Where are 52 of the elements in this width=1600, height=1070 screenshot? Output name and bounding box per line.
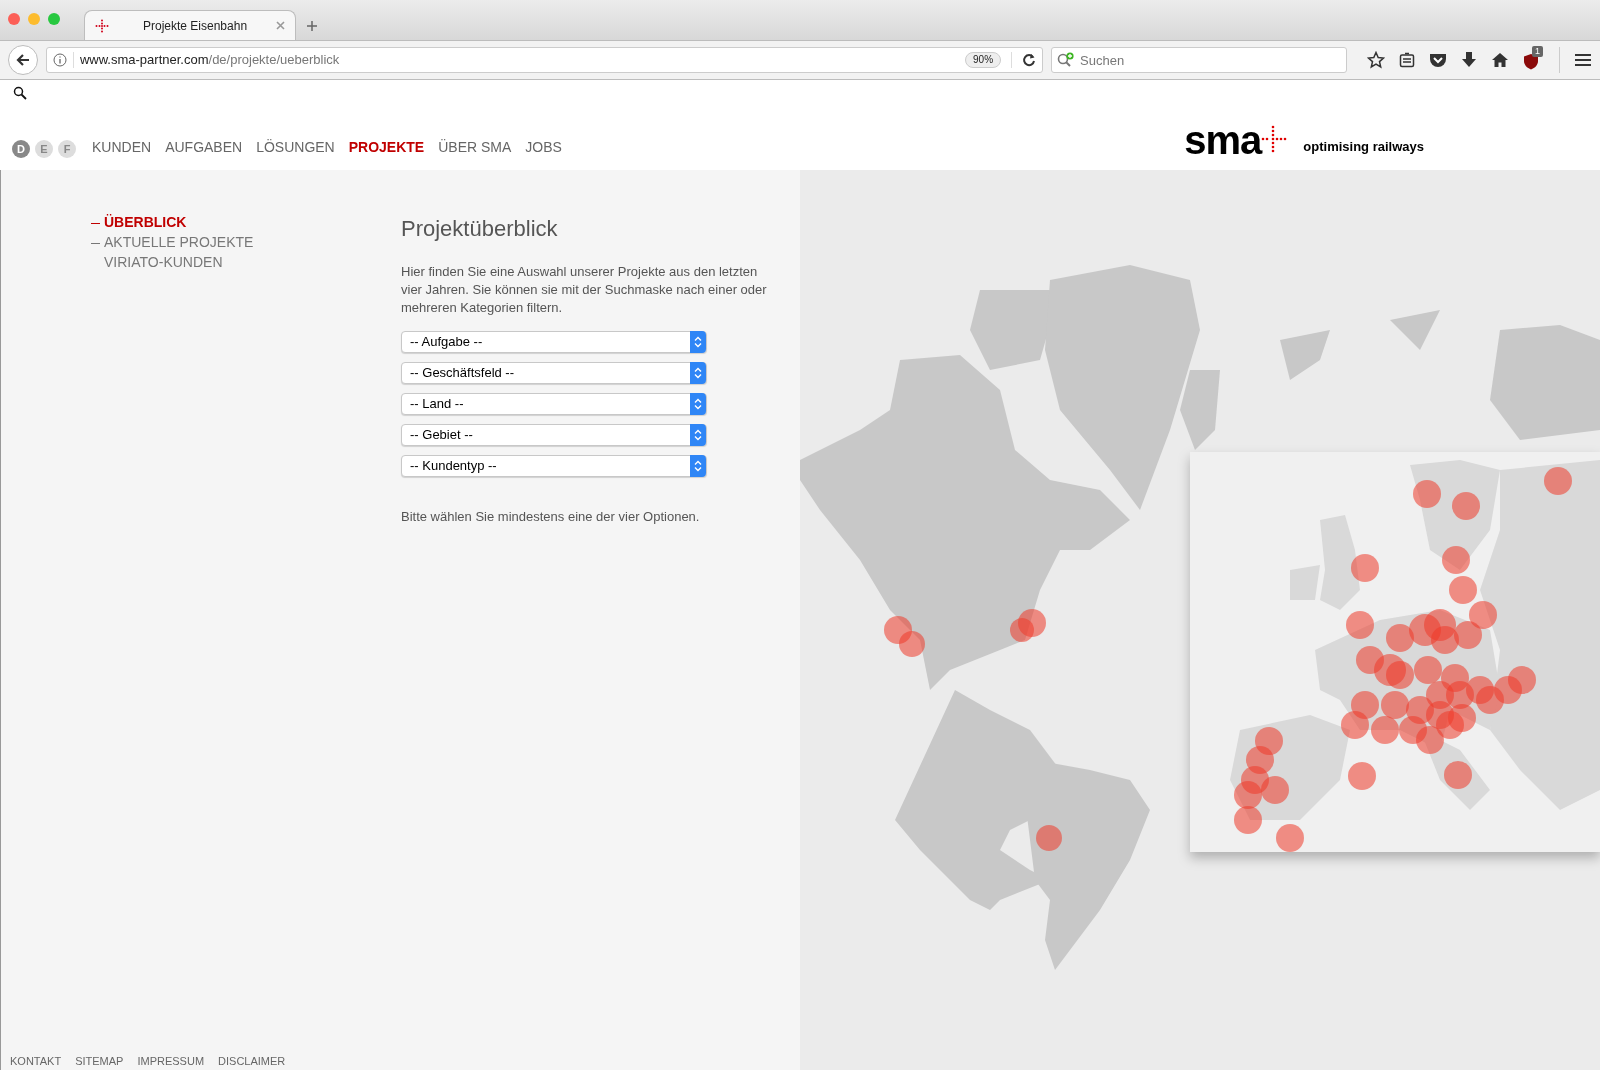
logo[interactable]: sma [1184,122,1290,158]
footer-link[interactable]: SITEMAP [75,1053,124,1070]
reload-icon[interactable] [1022,53,1037,67]
close-icon[interactable] [276,21,285,30]
tagline: optimising railways [1303,137,1424,156]
up-down-arrows-icon [694,429,702,441]
nav-link[interactable]: LÖSUNGEN [256,137,335,158]
menu-icon[interactable] [1574,53,1592,67]
shield-icon [1523,53,1540,70]
search-field[interactable]: Suchen [1051,47,1348,73]
footer-link[interactable]: IMPRESSUM [137,1053,205,1070]
footer-link[interactable]: KONTAKT [10,1053,62,1070]
home-icon[interactable] [1491,52,1510,68]
shield-icon[interactable] [1429,52,1448,68]
filter-dropdown[interactable]: -- Aufgabe -- [401,331,707,353]
star-icon[interactable] [1367,51,1386,69]
sidebar-link[interactable]: AKTUELLE PROJEKTE [91,234,401,251]
nav-link[interactable]: AUFGABEN [165,137,243,158]
intro-paragraph: Hier finden Sie eine Auswahl unserer Projekte aus den letzten vier Jahren. Sie können sie mit der Suchmaske nach einer oder mehreren Kategorien filtern. [401,263,768,317]
up-down-arrows-icon [694,367,702,379]
nav-link[interactable]: JOBS [525,137,562,158]
browser-tab[interactable]: Projekte Eisenbahn [84,10,296,40]
search-icon [1057,52,1076,68]
hint-text: Bitte wählen Sie mindestens eine der vier Optionen. [401,508,701,526]
up-down-arrows-icon [694,460,702,472]
cross-icon [95,18,109,33]
count-badge: 1 [1532,46,1544,57]
address-bar[interactable]: www.sma-partner.com/de/projekte/ueberblick 90% [45,47,1044,73]
back-arrow-icon [15,53,30,67]
filter-dropdown[interactable]: -- Gebiet -- [401,424,707,446]
filter-dropdown[interactable]: -- Land -- [401,393,707,415]
plus-icon[interactable] [306,20,318,32]
info-icon[interactable] [52,53,67,67]
language-button[interactable]: D [12,140,30,158]
page-heading: Projektüberblick [401,215,559,243]
search-icon[interactable] [13,86,27,100]
filter-dropdown[interactable]: -- Kundentyp -- [401,455,707,477]
sidebar-link[interactable]: ÜBERBLICK [91,214,401,231]
nav-link[interactable]: PROJEKTE [348,137,425,158]
nav-link[interactable]: KUNDEN [92,137,152,158]
nav-link[interactable]: ÜBER SMA [438,137,512,158]
footer-link[interactable]: DISCLAIMER [218,1053,286,1070]
filter-dropdown[interactable]: -- Geschäftsfeld -- [401,362,707,384]
up-down-arrows-icon [694,398,702,410]
clipboard-icon[interactable] [1399,52,1416,68]
url-text: www.sma-partner.com/de/projekte/ueberblick [79,51,341,70]
tab-title: Projekte Eisenbahn [143,17,249,35]
up-down-arrows-icon [694,336,702,348]
download-icon[interactable] [1461,51,1478,69]
sidebar-link[interactable]: VIRIATO-KUNDEN [91,254,401,271]
back-button[interactable] [8,45,38,75]
zoom-level-button[interactable]: 90% [965,52,1002,68]
